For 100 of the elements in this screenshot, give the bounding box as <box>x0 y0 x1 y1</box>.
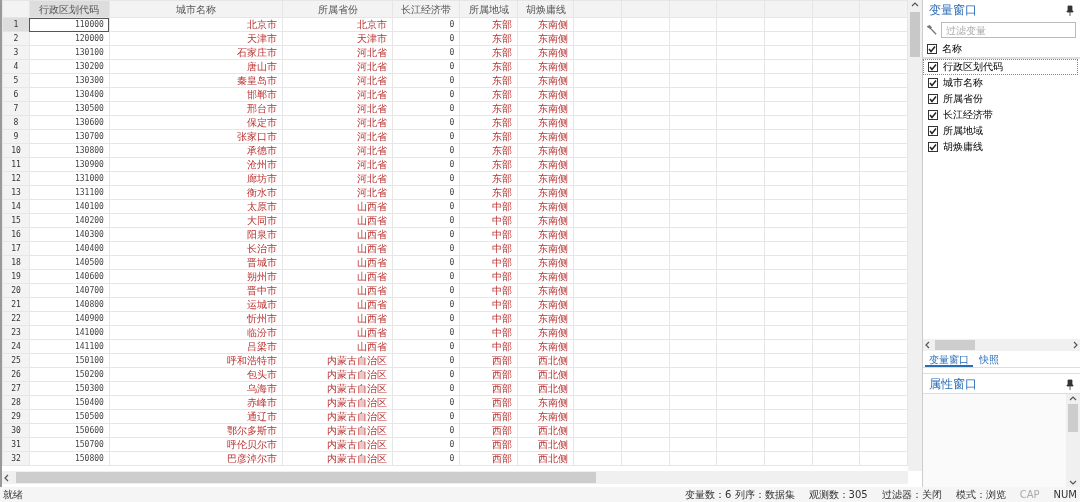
table-cell: 140200 <box>29 213 110 228</box>
scroll-thumb[interactable] <box>16 472 596 483</box>
pin-icon[interactable] <box>1066 5 1074 16</box>
table-cell: 东南侧 <box>517 297 574 312</box>
table-cell: 河北省 <box>282 101 393 116</box>
column-header[interactable]: 所属省份 <box>282 0 393 18</box>
table-cell: 河北省 <box>282 45 393 60</box>
table-cell: 150800 <box>29 451 110 466</box>
table-cell: 东部 <box>459 31 518 46</box>
checkbox[interactable] <box>927 44 937 54</box>
table-cell: 东南侧 <box>517 45 574 60</box>
table-cell: 150500 <box>29 409 110 424</box>
table-cell: 东南侧 <box>517 199 574 214</box>
table-cell: 东部 <box>459 171 518 186</box>
horizontal-scrollbar[interactable] <box>2 471 908 484</box>
horizontal-scrollbar[interactable] <box>923 339 1080 351</box>
table-cell: 东南侧 <box>517 129 574 144</box>
table-cell: 山西省 <box>282 255 393 270</box>
table-cell: 0 <box>392 129 460 144</box>
status-text: 观测数：305 <box>808 487 868 502</box>
table-cell: 西北侧 <box>517 437 574 452</box>
column-header[interactable]: 名称 <box>942 42 962 56</box>
scroll-thumb[interactable] <box>935 340 975 350</box>
table-cell: 中部 <box>459 241 518 256</box>
pin-icon[interactable] <box>1066 379 1074 390</box>
table-cell: 130800 <box>29 143 110 158</box>
table-cell: 130100 <box>29 45 110 60</box>
table-cell: 山西省 <box>282 227 393 242</box>
variable-item[interactable]: 城市名称 <box>923 75 1078 91</box>
variable-item[interactable]: 所属省份 <box>923 91 1078 107</box>
column-header[interactable]: 长江经济带 <box>392 0 460 18</box>
table-cell: 中部 <box>459 227 518 242</box>
table-cell: 0 <box>392 87 460 102</box>
column-header[interactable]: 所属地域 <box>459 0 518 18</box>
scroll-thumb[interactable] <box>910 12 920 57</box>
table-cell: 140700 <box>29 283 110 298</box>
table-cell: 0 <box>392 339 460 354</box>
table-cell: 东部 <box>459 45 518 60</box>
checkbox[interactable] <box>928 126 938 136</box>
checkbox[interactable] <box>928 94 938 104</box>
status-text: 过滤器：关闭 <box>881 487 942 502</box>
checkbox[interactable] <box>928 78 938 88</box>
column-header[interactable]: 胡焕庸线 <box>517 0 574 18</box>
table-cell: 鄂尔多斯市 <box>109 423 283 438</box>
table-cell: 0 <box>392 171 460 186</box>
column-header[interactable]: 城市名称 <box>109 0 283 18</box>
table-cell: 150600 <box>29 423 110 438</box>
table-cell: 150700 <box>29 437 110 452</box>
table-cell: 河北省 <box>282 73 393 88</box>
table-cell: 西部 <box>459 353 518 368</box>
table-cell: 邯郸市 <box>109 87 283 102</box>
table-cell: 东部 <box>459 87 518 102</box>
table-cell: 140900 <box>29 311 110 326</box>
variable-item[interactable]: 长江经济带 <box>923 107 1078 123</box>
table-cell: 140100 <box>29 199 110 214</box>
table-cell: 中部 <box>459 255 518 270</box>
table-cell: 河北省 <box>282 129 393 144</box>
table-cell: 东南侧 <box>517 185 574 200</box>
table-cell: 中部 <box>459 269 518 284</box>
scroll-thumb[interactable] <box>1068 404 1078 432</box>
table-cell: 0 <box>392 213 460 228</box>
checkbox[interactable] <box>928 142 938 152</box>
table-cell: 河北省 <box>282 59 393 74</box>
table-cell: 东南侧 <box>517 31 574 46</box>
table-cell: 承德市 <box>109 143 283 158</box>
variable-item[interactable]: 行政区划代码 <box>923 59 1078 75</box>
vertical-scrollbar[interactable] <box>908 0 922 471</box>
table-cell: 0 <box>392 73 460 88</box>
table-cell: 东南侧 <box>517 87 574 102</box>
variable-item[interactable]: 胡焕庸线 <box>923 139 1078 155</box>
panel-tab[interactable]: 变量窗口 <box>925 353 973 367</box>
table-cell: 东南侧 <box>517 213 574 228</box>
table-cell: 东南侧 <box>517 17 574 32</box>
filter-field[interactable]: 过滤变量 <box>941 22 1076 38</box>
table-cell: 朔州市 <box>109 269 283 284</box>
table-cell: 0 <box>392 297 460 312</box>
column-header[interactable]: 行政区划代码 <box>29 0 110 18</box>
table-cell: 中部 <box>459 199 518 214</box>
table-cell: 中部 <box>459 283 518 298</box>
table-cell: 130400 <box>29 87 110 102</box>
table-cell: 130500 <box>29 101 110 116</box>
table-cell: 东部 <box>459 115 518 130</box>
table-cell: 140600 <box>29 269 110 284</box>
table-cell: 西部 <box>459 367 518 382</box>
table-cell: 0 <box>392 423 460 438</box>
variable-item[interactable]: 所属地域 <box>923 123 1078 139</box>
table-cell: 140500 <box>29 255 110 270</box>
table-cell: 阳泉市 <box>109 227 283 242</box>
table-cell: 山西省 <box>282 269 393 284</box>
panel-tab[interactable]: 快照 <box>975 353 1003 367</box>
checkbox[interactable] <box>928 110 938 120</box>
table-cell: 忻州市 <box>109 311 283 326</box>
table-cell: 东南侧 <box>517 171 574 186</box>
vertical-scrollbar[interactable] <box>1066 394 1080 487</box>
table-cell: 西北侧 <box>517 367 574 382</box>
table-cell: 河北省 <box>282 87 393 102</box>
table-cell: 西部 <box>459 437 518 452</box>
table-cell: 0 <box>392 353 460 368</box>
table-cell: 141100 <box>29 339 110 354</box>
checkbox[interactable] <box>928 62 938 72</box>
